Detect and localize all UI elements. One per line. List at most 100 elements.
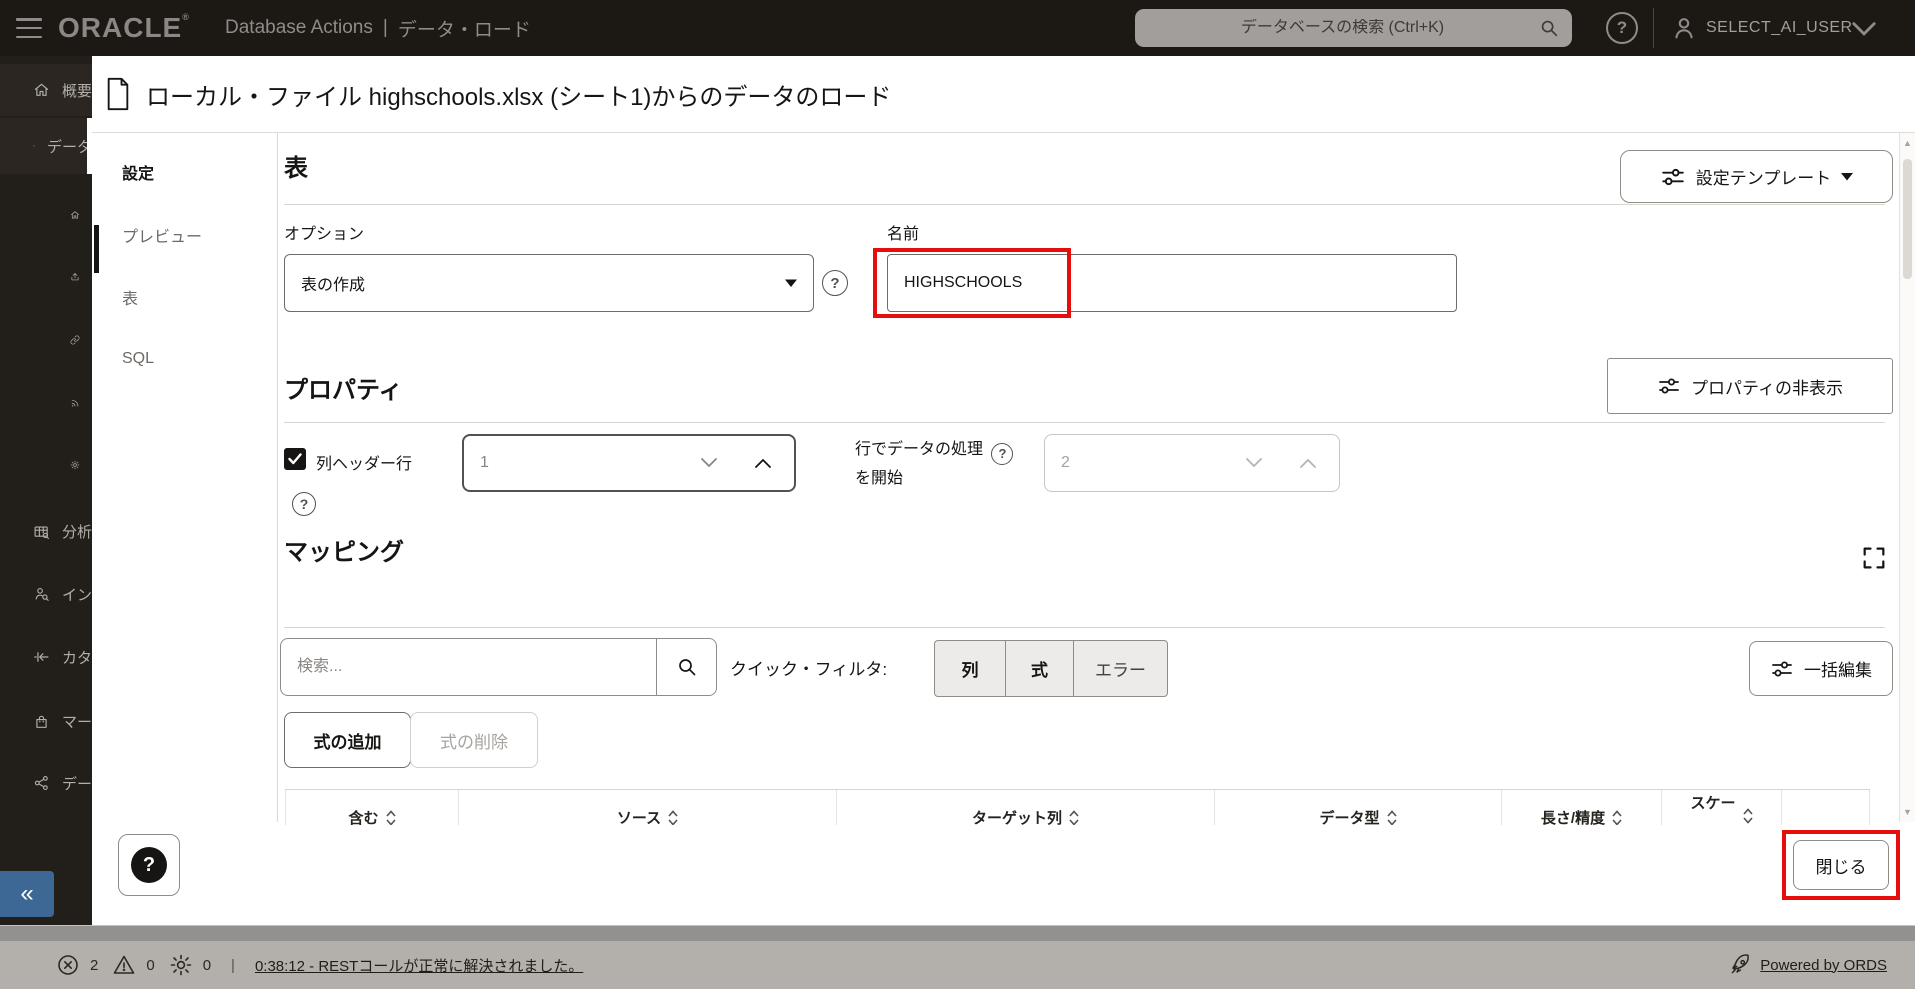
column-header-label: 列ヘッダー行: [316, 450, 412, 474]
sidebar-item-analysis[interactable]: 分析: [0, 505, 92, 558]
settings-template-button[interactable]: 設定テンプレート: [1620, 150, 1893, 203]
filter-columns[interactable]: 列: [935, 641, 1005, 696]
scroll-up-icon[interactable]: ▲: [1903, 138, 1912, 148]
scrollbar-thumb[interactable]: [1903, 159, 1912, 279]
sort-icon: [1612, 810, 1622, 826]
sidebar-item-data-share[interactable]: デー: [0, 758, 92, 808]
home-icon: [70, 203, 80, 227]
data-load-dialog: ローカル・ファイル highschools.xlsx (シート1)からのデータの…: [92, 56, 1915, 925]
sidebar-subitem-link[interactable]: [0, 315, 92, 365]
arrow-to-bar-icon: [33, 644, 50, 670]
database-search-input[interactable]: [1147, 19, 1538, 37]
dialog-tabs: 設定 プレビュー 表 SQL: [92, 133, 278, 822]
column-header-scale[interactable]: スケー: [1662, 790, 1782, 825]
column-header-rows-spinner[interactable]: 1: [462, 434, 796, 492]
close-button[interactable]: 閉じる: [1793, 840, 1889, 890]
mapping-search-input[interactable]: [280, 638, 656, 696]
home-icon: [33, 77, 50, 103]
add-expression-button[interactable]: 式の追加: [284, 712, 411, 768]
section-divider: [284, 422, 1885, 423]
sidebar-item-marketplace[interactable]: マー: [0, 695, 92, 748]
option-help-icon[interactable]: ?: [822, 270, 848, 296]
status-message-link[interactable]: 0:38:12 - RESTコールが正常に解決されました。: [255, 955, 583, 976]
caret-down-icon: [785, 279, 797, 288]
sidebar-nav: 概要 データ 分析: [0, 56, 92, 925]
option-label: オプション: [284, 220, 364, 244]
sidebar-subitem-settings[interactable]: [0, 440, 92, 490]
mapping-table-header-row: 含む ソース ターゲット列 データ型 長さ/精度: [285, 789, 1870, 825]
scroll-down-icon[interactable]: ▼: [1903, 807, 1912, 817]
file-icon: [104, 76, 132, 112]
link-icon: [70, 328, 80, 352]
filter-expressions[interactable]: 式: [1005, 641, 1073, 696]
quick-filter-label: クイック・フィルタ:: [730, 638, 887, 696]
warnings-icon[interactable]: [112, 953, 136, 977]
search-icon: [675, 655, 699, 679]
column-header-source[interactable]: ソース: [459, 790, 837, 825]
tab-preview[interactable]: プレビュー: [122, 223, 202, 247]
column-header-checkbox[interactable]: [284, 448, 306, 470]
sidebar-item-overview[interactable]: 概要: [0, 64, 92, 116]
mapping-table: 含む ソース ターゲット列 データ型 長さ/精度: [285, 789, 1870, 825]
dialog-help-button[interactable]: ?: [118, 834, 180, 896]
title-separator: |: [383, 17, 388, 39]
share-nodes-icon: [33, 770, 50, 796]
expand-icon[interactable]: [1854, 538, 1894, 578]
chevron-down-icon[interactable]: [1850, 22, 1878, 36]
remove-expression-button[interactable]: 式の削除: [410, 712, 538, 768]
mapping-search-button[interactable]: [656, 638, 717, 696]
start-row-spinner: 2: [1044, 434, 1340, 492]
tab-sql[interactable]: SQL: [122, 350, 154, 368]
status-divider: |: [231, 957, 235, 974]
sidebar-item-catalog[interactable]: カタ: [0, 632, 92, 682]
error-count: 2: [90, 957, 98, 974]
user-menu[interactable]: SELECT_AI_USER: [1706, 0, 1853, 56]
dialog-scrollbar[interactable]: ▲ ▼: [1899, 133, 1915, 822]
filter-errors[interactable]: エラー: [1073, 641, 1167, 696]
spinner-increment-icon[interactable]: [754, 457, 772, 469]
check-icon: [288, 453, 302, 465]
table-name-input[interactable]: [887, 254, 1457, 312]
column-header-length[interactable]: 長さ/精度: [1502, 790, 1662, 825]
horizontal-scrollbar[interactable]: [0, 925, 1915, 941]
spinner-increment-icon: [1299, 457, 1317, 469]
bulk-edit-button[interactable]: 一括編集: [1749, 641, 1893, 696]
sidebar-subitem-upload[interactable]: [0, 252, 92, 302]
sliders-icon: [1770, 657, 1794, 681]
sidebar-item-insights[interactable]: イン: [0, 568, 92, 620]
option-select[interactable]: 表の作成: [284, 254, 814, 312]
sort-icon: [386, 810, 396, 826]
column-header-target[interactable]: ターゲット列: [837, 790, 1215, 825]
active-tab-indicator: [94, 225, 99, 273]
sidebar-subitem-home[interactable]: [0, 190, 92, 240]
table-section-heading: 表: [284, 148, 308, 183]
search-icon: [1538, 17, 1560, 39]
dialog-header: ローカル・ファイル highschools.xlsx (シート1)からのデータの…: [92, 56, 1915, 133]
sliders-icon: [1660, 164, 1686, 190]
spinner-decrement-icon[interactable]: [700, 457, 718, 469]
hide-properties-button[interactable]: プロパティの非表示: [1607, 358, 1893, 414]
processes-gear-icon[interactable]: [169, 953, 193, 977]
database-search-box[interactable]: [1135, 9, 1572, 47]
caret-down-icon: [1841, 172, 1853, 181]
sidebar-collapse-button[interactable]: «: [0, 871, 54, 917]
person-search-icon: [33, 581, 50, 607]
help-icon[interactable]: ?: [1606, 12, 1638, 44]
sidebar-item-data-load[interactable]: データ: [0, 118, 92, 174]
column-header-datatype[interactable]: データ型: [1215, 790, 1502, 825]
tab-settings[interactable]: 設定: [122, 160, 154, 184]
column-header-include[interactable]: 含む: [285, 790, 459, 825]
sidebar-subitem-feed[interactable]: [0, 378, 92, 428]
help-circle-icon: ?: [131, 847, 167, 883]
column-header-help-icon[interactable]: ?: [292, 492, 316, 516]
screen: ORACLE® Database Actions | データ・ロード ? SEL…: [0, 0, 1915, 989]
tab-table[interactable]: 表: [122, 285, 138, 309]
start-row-help-icon[interactable]: ?: [991, 443, 1013, 465]
powered-by-ords-link[interactable]: Powered by ORDS: [1760, 957, 1887, 974]
hamburger-menu-icon[interactable]: [16, 18, 42, 38]
errors-icon[interactable]: [56, 953, 80, 977]
user-icon: [1670, 14, 1698, 42]
status-bar: 2 0 0 | 0:38:12 - RESTコールが正常に解決されました。 Po…: [0, 941, 1915, 989]
app-title: Database Actions | データ・ロード: [225, 0, 531, 56]
upload-icon: [70, 265, 80, 289]
